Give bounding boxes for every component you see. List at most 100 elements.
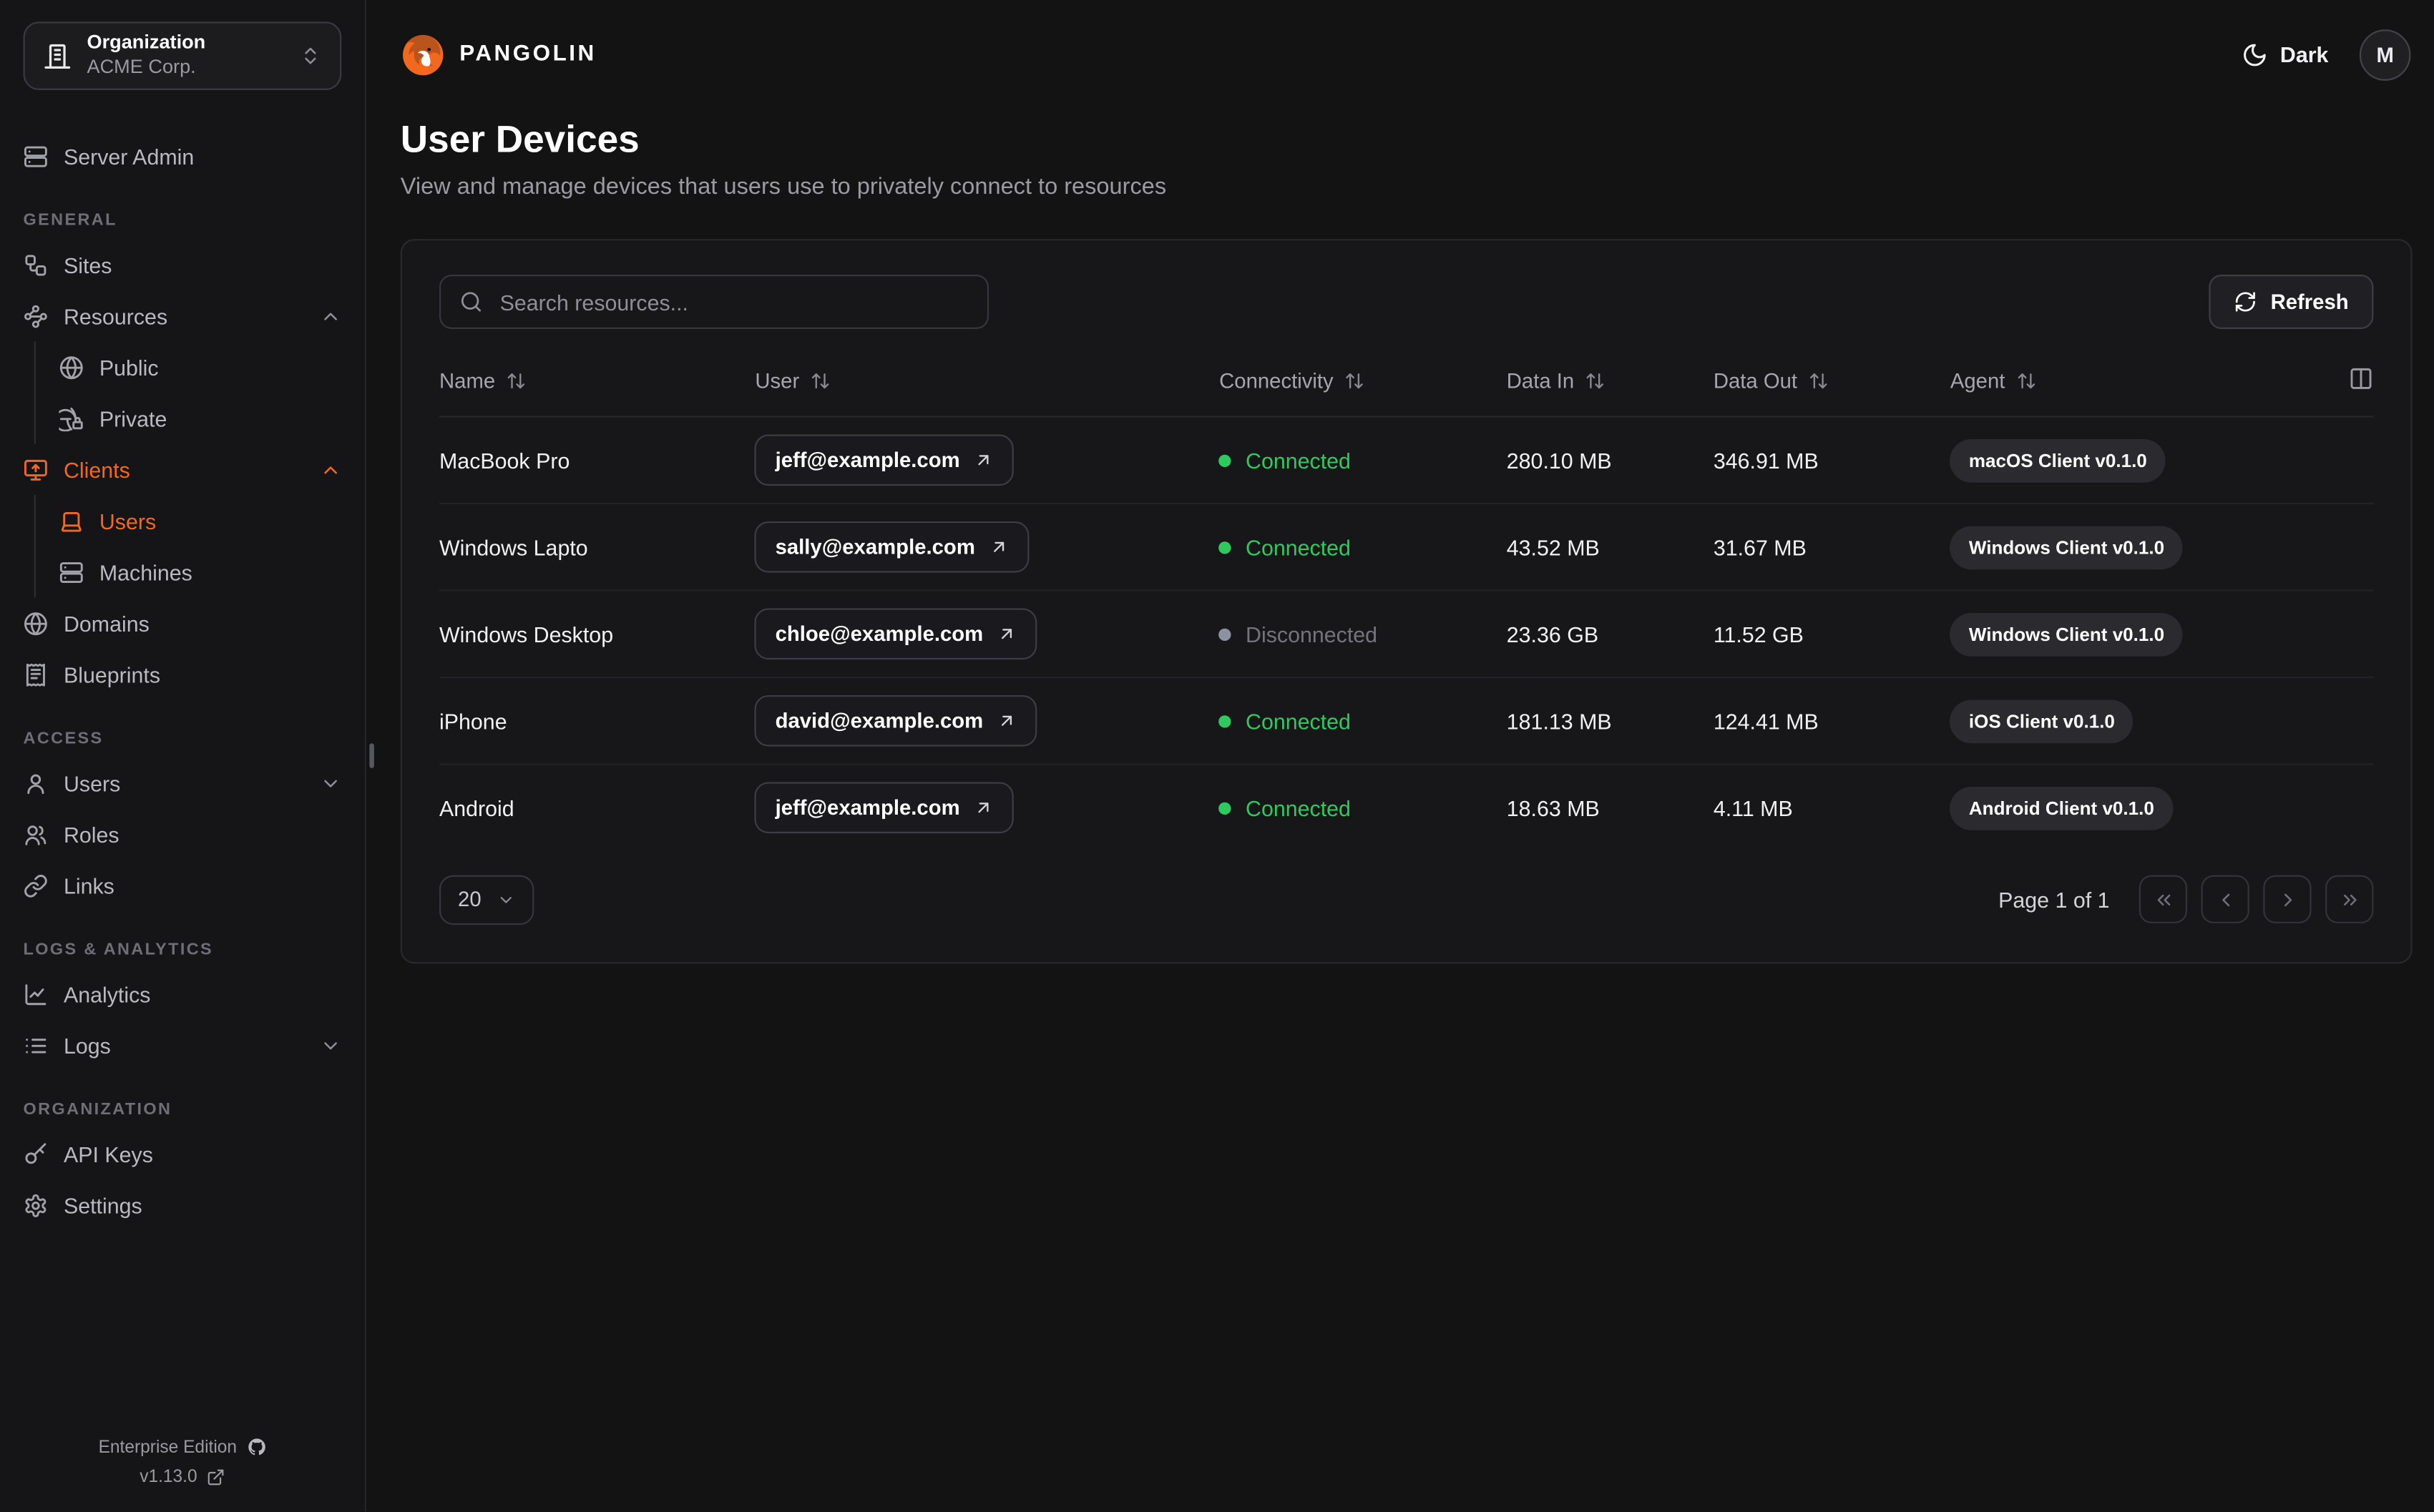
users-icon	[24, 822, 49, 847]
column-header-data-in[interactable]: Data In	[1506, 350, 1714, 418]
sidebar-item-label: Sites	[63, 252, 112, 278]
sidebar-item-resources[interactable]: Resources	[24, 290, 342, 342]
sidebar-item-domains[interactable]: Domains	[24, 597, 342, 649]
refresh-icon	[2234, 290, 2257, 314]
sort-icon	[506, 371, 526, 391]
device-name: Windows Desktop	[439, 589, 756, 678]
sort-icon	[2016, 371, 2036, 391]
external-link-icon[interactable]	[207, 1468, 225, 1487]
prev-page-button[interactable]	[2201, 875, 2249, 923]
user-link-button[interactable]: sally@example.com	[755, 521, 1030, 573]
sidebar-item-logs[interactable]: Logs	[24, 1019, 342, 1071]
user-link-button[interactable]: david@example.com	[755, 694, 1038, 747]
connectivity-status: Disconnected	[1219, 622, 1377, 647]
app-window: Organization ACME Corp. Server Admin GEN…	[0, 0, 2434, 1512]
columns-icon[interactable]	[2349, 366, 2374, 391]
key-icon	[24, 1142, 49, 1167]
chevron-down-icon	[497, 890, 515, 908]
arrow-up-right-icon	[974, 450, 994, 470]
data-in-value: 280.10 MB	[1506, 447, 1612, 473]
table-row: Android jeff@example.com Connected 18.63…	[439, 763, 2374, 852]
agent-badge: Windows Client v0.1.0	[1950, 612, 2184, 656]
search-box	[439, 275, 989, 329]
sidebar-item-label: Machines	[99, 559, 192, 584]
sidebar-item-private[interactable]: Private	[59, 393, 341, 444]
sidebar-item-clients[interactable]: Clients	[24, 444, 342, 496]
data-in-value: 43.52 MB	[1506, 502, 1714, 591]
user-email: sally@example.com	[775, 535, 975, 559]
column-header-agent[interactable]: Agent	[1950, 350, 2317, 418]
sidebar-item-analytics[interactable]: Analytics	[24, 968, 342, 1020]
building-icon	[44, 42, 72, 70]
moon-icon	[2242, 41, 2268, 67]
sidebar-item-label: Settings	[63, 1192, 142, 1218]
table-row: iPhone david@example.com Connected 181.1…	[439, 676, 2374, 765]
column-header-connectivity[interactable]: Connectivity	[1219, 350, 1507, 418]
user-link-button[interactable]: jeff@example.com	[755, 434, 1015, 486]
page-size-select[interactable]: 20	[439, 874, 534, 925]
link-icon	[24, 873, 49, 898]
globe-icon	[24, 611, 49, 636]
sidebar-item-blueprints[interactable]: Blueprints	[24, 649, 342, 700]
arrow-up-right-icon	[997, 711, 1017, 731]
card-toolbar: Refresh	[439, 275, 2374, 329]
section-label-organization: ORGANIZATION	[23, 1100, 172, 1119]
sidebar-item-server-admin[interactable]: Server Admin	[24, 130, 342, 182]
resources-sub-list: Public Private	[34, 341, 342, 444]
search-input[interactable]	[497, 288, 969, 316]
sidebar-nav: Server Admin GENERAL Sites Resources Pub…	[24, 130, 342, 1230]
org-selector[interactable]: Organization ACME Corp.	[23, 21, 342, 90]
gear-icon	[24, 1192, 49, 1217]
org-label: Organization	[87, 31, 206, 54]
data-in-value: 181.13 MB	[1506, 676, 1714, 765]
viewport: Organization ACME Corp. Server Admin GEN…	[0, 0, 2434, 1512]
user-email: jeff@example.com	[775, 448, 960, 472]
receipt-icon	[24, 662, 49, 687]
sidebar-item-links[interactable]: Links	[24, 860, 342, 911]
sidebar-scrollbar-thumb[interactable]	[369, 743, 374, 768]
pagination: Page 1 of 1	[1998, 875, 2374, 923]
avatar[interactable]: M	[2359, 29, 2411, 80]
next-page-button[interactable]	[2263, 875, 2312, 923]
sidebar-item-client-users[interactable]: Users	[59, 495, 341, 546]
first-page-button[interactable]	[2139, 875, 2188, 923]
sidebar-item-public[interactable]: Public	[59, 341, 341, 393]
sidebar-item-settings[interactable]: Settings	[24, 1179, 342, 1231]
page-label: Page 1 of 1	[1998, 886, 2110, 912]
status-dot	[1219, 802, 1232, 815]
column-header-user[interactable]: User	[755, 350, 1220, 418]
device-name: Windows Lapto	[439, 502, 756, 591]
page-subtitle: View and manage devices that users use t…	[400, 173, 1167, 200]
user-email: jeff@example.com	[775, 796, 960, 820]
column-header-data-out[interactable]: Data Out	[1713, 350, 1950, 418]
sidebar-item-users[interactable]: Users	[24, 757, 342, 809]
chevron-up-icon	[320, 458, 341, 480]
sidebar-item-label: Resources	[63, 303, 168, 328]
sidebar-item-machines[interactable]: Machines	[59, 546, 341, 598]
user-icon	[24, 770, 49, 795]
sidebar-item-sites[interactable]: Sites	[24, 239, 342, 290]
refresh-button[interactable]: Refresh	[2208, 275, 2374, 329]
brand-logo[interactable]: PANGOLIN	[401, 31, 597, 77]
column-header-name[interactable]: Name	[439, 350, 756, 418]
user-link-button[interactable]: chloe@example.com	[755, 608, 1038, 660]
devices-card: Refresh Name User Connectivity Data In D…	[400, 239, 2413, 963]
column-header-toggle	[2316, 350, 2374, 418]
monitor-up-icon	[24, 457, 49, 482]
avatar-initial: M	[2376, 42, 2394, 67]
sidebar-item-label: API Keys	[63, 1141, 153, 1167]
user-link-button[interactable]: jeff@example.com	[755, 782, 1015, 834]
device-name: Android	[439, 763, 756, 852]
last-page-button[interactable]	[2325, 875, 2374, 923]
sidebar-item-api-keys[interactable]: API Keys	[24, 1128, 342, 1179]
sort-icon	[1585, 371, 1605, 391]
connectivity-status: Connected	[1219, 536, 1351, 560]
sidebar-item-roles[interactable]: Roles	[24, 808, 342, 860]
theme-label: Dark	[2279, 41, 2329, 67]
org-value: ACME Corp.	[87, 56, 196, 78]
sites-icon	[24, 252, 49, 278]
theme-toggle[interactable]: Dark	[2242, 41, 2329, 67]
section-label-access: ACCESS	[23, 729, 104, 748]
github-icon[interactable]	[246, 1438, 266, 1458]
sidebar-footer: Enterprise Edition v1.13.0	[24, 1438, 342, 1487]
